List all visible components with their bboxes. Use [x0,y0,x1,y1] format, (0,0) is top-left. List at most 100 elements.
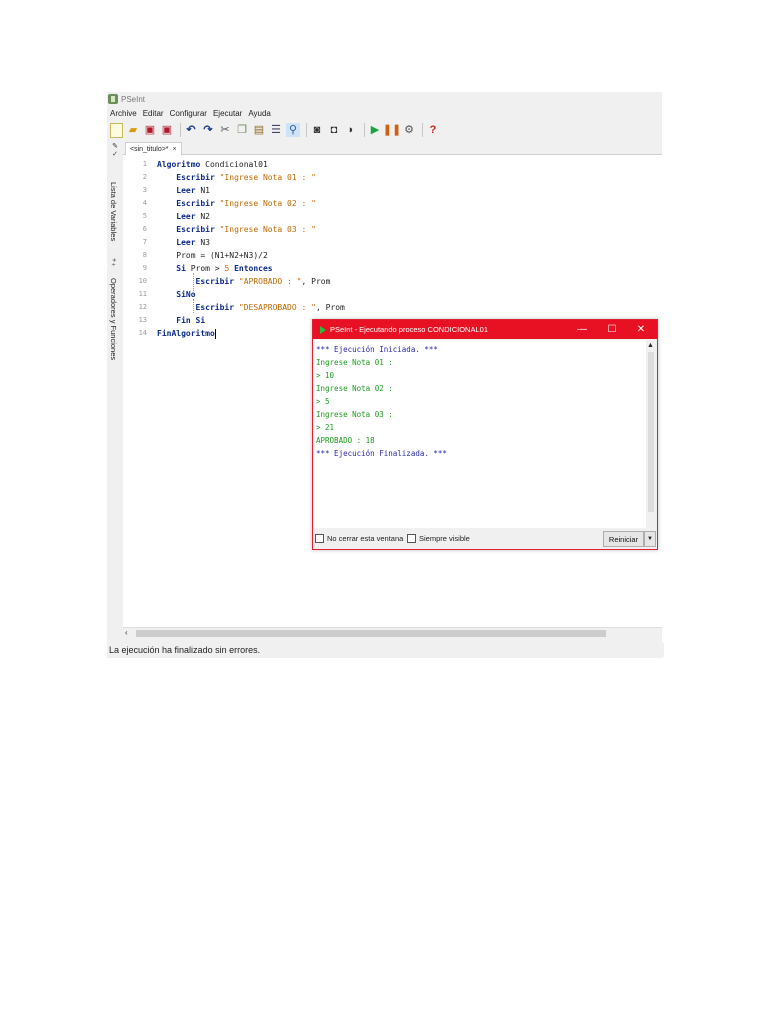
checkbox-box[interactable] [315,534,324,543]
horizontal-scrollbar[interactable]: ‹ [123,627,662,639]
console-vertical-scrollbar[interactable]: ▲ [646,340,656,528]
code-text: Escribir "Ingrese Nota 02 : " [157,197,316,210]
menu-editar[interactable]: Editar [143,109,164,118]
minimize-button[interactable]: — [567,320,597,339]
console-title-bar[interactable]: PSeInt - Ejecutando proceso CONDICIONAL0… [313,320,657,339]
menu-configurar[interactable]: Configurar [170,109,207,118]
console-output[interactable]: *** Ejecución Iniciada. *** Ingrese Nota … [314,340,646,528]
scroll-left-icon[interactable]: ‹ [125,628,128,637]
code-token: Algoritmo [157,160,201,169]
code-token: Fin Si [157,316,206,325]
scrollbar-thumb[interactable] [136,630,606,637]
code-text: FinAlgoritmo [157,327,216,340]
code-line[interactable]: 6 Escribir "Ingrese Nota 03 : " [123,223,662,236]
text-cursor [214,328,216,339]
redo-icon[interactable]: ↷ [201,123,215,137]
console-line: > 10 [316,371,335,380]
toolbar-separator [306,123,307,137]
console-line: Ingrese Nota 01 : [316,358,393,367]
copy-icon[interactable]: ❐ [235,123,249,137]
code-line[interactable]: 7 Leer N3 [123,236,662,249]
code-token: Escribir [157,199,215,208]
code-line[interactable]: 2 Escribir "Ingrese Nota 01 : " [123,171,662,184]
line-number: 11 [138,290,147,298]
code-token: Condicional01 [200,160,268,169]
maximize-button[interactable]: ☐ [597,320,627,339]
console-line: *** Ejecución Finalizada. *** [316,449,447,458]
flowchart-icon[interactable]: ⚙ [402,123,416,137]
console-line: > 21 [316,423,335,432]
code-token: Si [157,264,186,273]
comment-icon[interactable]: ⚲ [286,123,300,137]
operators-panel-icon[interactable]: +÷ [110,258,117,269]
pseint-app-icon [108,94,118,104]
variables-panel-tab[interactable]: Lista de Variables [109,182,118,241]
step-by-step-icon[interactable]: ❚❚ [383,123,401,137]
scroll-up-icon[interactable]: ▲ [647,342,654,349]
line-number: 7 [142,238,147,246]
line-number: 3 [142,186,147,194]
code-line[interactable]: 11 SiNo [123,288,662,301]
code-line[interactable]: 12 Escribir "DESAPROBADO : ", Prom [123,301,662,314]
code-token: , Prom [301,277,331,286]
restart-dropdown-icon[interactable]: ▼ [644,531,656,547]
code-token: "Ingrese Nota 01 : " [214,173,316,182]
replace-icon[interactable]: ◗ [344,123,358,137]
tab-sin-titulo[interactable]: <sin_titulo>* × [125,142,182,155]
save-as-icon[interactable]: ▣ [160,123,174,137]
run-icon[interactable]: ▶ [368,123,382,137]
undo-icon[interactable]: ↶ [184,123,198,137]
line-number: 1 [142,160,147,168]
new-file-icon[interactable] [110,122,123,138]
code-token: Escribir [157,277,235,286]
operators-panel-tab[interactable]: Operadores y Funciones [109,278,118,360]
always-visible-label: Siempre visible [419,534,470,543]
side-panel: ✎✓ Lista de Variables +÷ Operadores y Fu… [107,140,123,640]
code-token: "DESAPROBADO : " [234,303,316,312]
code-token: N3 [195,238,210,247]
paste-icon[interactable]: ▤ [252,123,266,137]
open-folder-icon[interactable]: ▰ [126,123,140,137]
code-text: Si Prom > 5 Entonces [157,262,272,275]
code-text: Prom = (N1+N2+N3)/2 [157,249,268,262]
close-tab-icon[interactable]: × [173,146,177,153]
tab-label: <sin_titulo>* [130,145,169,153]
code-token: "APROBADO : " [234,277,302,286]
code-line[interactable]: 3 Leer N1 [123,184,662,197]
line-number: 9 [142,264,147,272]
cut-icon[interactable]: ✂ [218,123,232,137]
checkbox-box[interactable] [407,534,416,543]
toolbar: ▰ ▣ ▣ ↶ ↷ ✂ ❐ ▤ ☰ ⚲ ◙ ◘ ◗ ▶ ❚❚ ⚙ ? [107,120,665,140]
menu-archive[interactable]: Archive [110,109,137,118]
code-line[interactable]: 5 Leer N2 [123,210,662,223]
save-icon[interactable]: ▣ [143,123,157,137]
restart-button[interactable]: Reiniciar [603,531,644,547]
code-line[interactable]: 1 Algoritmo Condicional01 [123,158,662,171]
line-number: 5 [142,212,147,220]
close-button[interactable]: ✕ [626,320,656,339]
scrollbar-thumb[interactable] [648,352,654,512]
keep-open-checkbox[interactable]: No cerrar esta ventana [315,534,403,543]
code-token: "Ingrese Nota 03 : " [214,225,316,234]
menu-ejecutar[interactable]: Ejecutar [213,109,242,118]
find-icon[interactable]: ◙ [310,123,324,137]
code-text: Leer N1 [157,184,210,197]
code-text: Leer N3 [157,236,210,249]
code-line[interactable]: 9 Si Prom > 5 Entonces [123,262,662,275]
code-token: Leer [157,238,196,247]
variables-panel-icon[interactable]: ✎✓ [110,142,118,158]
help-icon[interactable]: ? [426,123,440,137]
code-text: SiNo [157,288,195,301]
code-token: FinAlgoritmo [157,329,215,338]
code-line[interactable]: 4 Escribir "Ingrese Nota 02 : " [123,197,662,210]
find-next-icon[interactable]: ◘ [327,123,341,137]
menu-ayuda[interactable]: Ayuda [248,109,271,118]
code-line[interactable]: 10 Escribir "APROBADO : ", Prom [123,275,662,288]
line-number: 4 [142,199,147,207]
indent-icon[interactable]: ☰ [269,123,283,137]
always-visible-checkbox[interactable]: Siempre visible [407,534,470,543]
code-text: Leer N2 [157,210,210,223]
code-line[interactable]: 8 Prom = (N1+N2+N3)/2 [123,249,662,262]
console-line: Ingrese Nota 03 : [316,410,393,419]
code-token: N2 [195,212,210,221]
